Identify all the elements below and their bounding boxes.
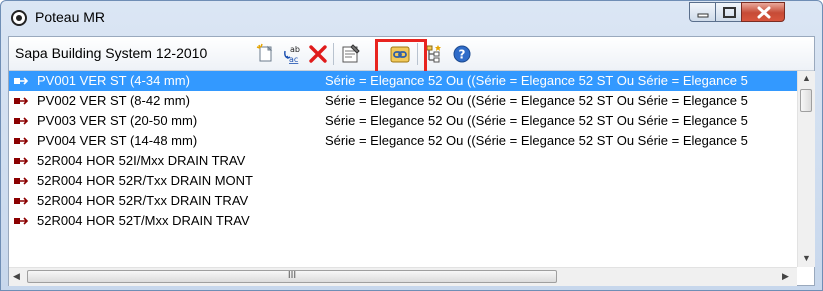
help-icon[interactable]: ?	[451, 43, 473, 65]
delete-icon[interactable]	[307, 43, 329, 65]
item-name: PV003 VER ST (20-50 mm)	[37, 113, 198, 128]
arrow-icon	[14, 157, 29, 165]
toolbar: Sapa Building System 12-2010 ab ac ?	[9, 37, 814, 85]
app-icon	[11, 10, 27, 26]
maximize-button[interactable]	[715, 2, 742, 22]
item-name: 52R004 HOR 52R/Txx DRAIN TRAV	[37, 193, 249, 208]
arrow-icon	[14, 217, 29, 225]
list-item[interactable]: PV004 VER ST (14-48 mm) Série = Elegance…	[9, 131, 797, 151]
scroll-left-icon[interactable]: ◀	[13, 271, 20, 282]
horizontal-scrollbar[interactable]: ◀ III ▶	[9, 267, 797, 286]
selected-arrow-icon	[14, 77, 29, 85]
svg-text:?: ?	[459, 48, 466, 62]
item-name: 52R004 HOR 52R/Txx DRAIN MONT	[37, 173, 253, 188]
item-name: 52R004 HOR 52I/Mxx DRAIN TRAV	[37, 153, 246, 168]
maximize-icon	[723, 7, 736, 18]
svg-text:ac: ac	[289, 55, 298, 64]
arrow-icon	[14, 117, 29, 125]
svg-text:ab: ab	[290, 45, 300, 54]
new-item-icon[interactable]	[255, 43, 277, 65]
list-item[interactable]: 52R004 HOR 52R/Txx DRAIN TRAV	[9, 191, 797, 211]
close-icon	[757, 6, 771, 19]
list-item[interactable]: 52R004 HOR 52I/Mxx DRAIN TRAV	[9, 151, 797, 171]
item-condition: Série = Elegance 52 Ou ((Série = Eleganc…	[325, 73, 748, 88]
vertical-scrollbar[interactable]: ▲ ▼	[797, 71, 815, 267]
arrow-icon	[14, 177, 29, 185]
scroll-grip: III	[287, 270, 297, 281]
item-condition: Série = Elegance 52 Ou ((Série = Eleganc…	[325, 93, 748, 108]
rename-icon[interactable]: ab ac	[282, 43, 304, 65]
list-item[interactable]: PV002 VER ST (8-42 mm) Série = Elegance …	[9, 91, 797, 111]
item-condition: Série = Elegance 52 Ou ((Série = Eleganc…	[325, 133, 748, 148]
title-bar[interactable]: Poteau MR	[1, 1, 822, 35]
results-list[interactable]: PV001 VER ST (4-34 mm) Série = Elegance …	[9, 71, 797, 267]
arrow-icon	[14, 197, 29, 205]
list-item[interactable]: 52R004 HOR 52R/Txx DRAIN MONT	[9, 171, 797, 191]
arrow-icon	[14, 97, 29, 105]
vertical-scroll-thumb[interactable]	[800, 89, 812, 112]
item-name: PV002 VER ST (8-42 mm)	[37, 93, 190, 108]
arrow-icon	[14, 137, 29, 145]
horizontal-scroll-thumb[interactable]: III	[27, 270, 557, 283]
item-name: PV004 VER ST (14-48 mm)	[37, 133, 198, 148]
scroll-right-icon[interactable]: ▶	[782, 271, 789, 282]
list-item[interactable]: PV003 VER ST (20-50 mm) Série = Elegance…	[9, 111, 797, 131]
close-button[interactable]	[741, 2, 785, 22]
list-item[interactable]: PV001 VER ST (4-34 mm) Série = Elegance …	[9, 71, 797, 91]
item-name: PV001 VER ST (4-34 mm)	[37, 73, 190, 88]
list-item[interactable]: 52R004 HOR 52T/Mxx DRAIN TRAV	[9, 211, 797, 231]
content-panel: Sapa Building System 12-2010 ab ac ? PV0…	[8, 36, 815, 286]
scroll-down-icon[interactable]: ▼	[802, 253, 811, 263]
item-name: 52R004 HOR 52T/Mxx DRAIN TRAV	[37, 213, 250, 228]
scroll-up-icon[interactable]: ▲	[802, 73, 811, 83]
window: Poteau MR Sapa Building System 12-2010 a…	[0, 0, 823, 291]
system-label: Sapa Building System 12-2010	[15, 45, 208, 61]
toolbar-separator	[333, 43, 334, 65]
properties-icon[interactable]	[340, 43, 362, 65]
minimize-button[interactable]	[689, 2, 716, 22]
window-title: Poteau MR	[35, 9, 106, 25]
item-condition: Série = Elegance 52 Ou ((Série = Eleganc…	[325, 113, 748, 128]
minimize-icon	[697, 13, 709, 18]
